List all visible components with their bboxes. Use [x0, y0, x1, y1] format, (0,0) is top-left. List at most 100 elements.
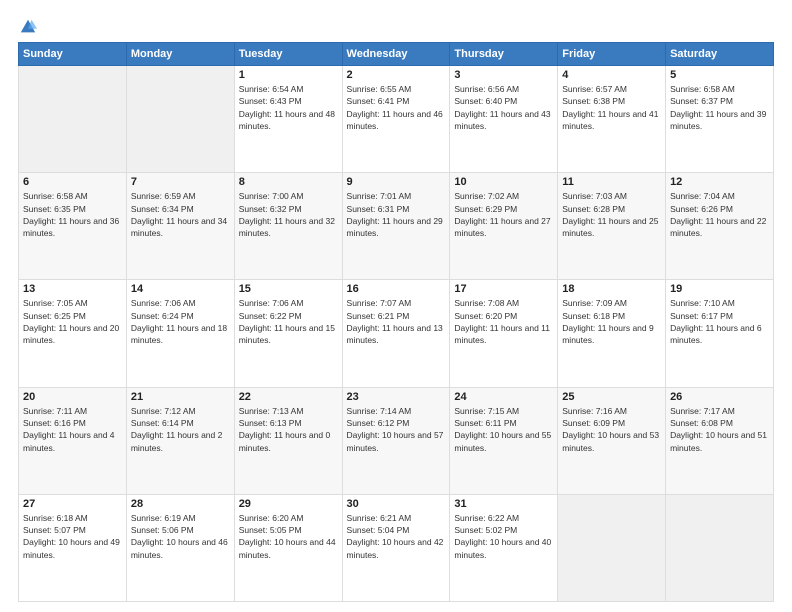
- day-info: Sunrise: 6:21 AMSunset: 5:04 PMDaylight:…: [347, 512, 446, 561]
- calendar-cell: 23 Sunrise: 7:14 AMSunset: 6:12 PMDayligh…: [342, 387, 450, 494]
- day-info: Sunrise: 7:07 AMSunset: 6:21 PMDaylight:…: [347, 297, 446, 346]
- calendar-cell: 21Sunrise: 7:12 AMSunset: 6:14 PMDayligh…: [126, 387, 234, 494]
- day-info: Sunrise: 6:19 AMSunset: 5:06 PMDaylight:…: [131, 512, 230, 561]
- day-info: Sunrise: 7:13 AMSunset: 6:13 PMDaylight:…: [239, 405, 338, 454]
- day-info: Sunrise: 7:06 AMSunset: 6:24 PMDaylight:…: [131, 297, 230, 346]
- day-number: 15: [239, 283, 338, 295]
- weekday-header-sunday: Sunday: [19, 43, 127, 66]
- day-info: Sunrise: 7:02 AMSunset: 6:29 PMDaylight:…: [454, 190, 553, 239]
- calendar-cell: 2Sunrise: 6:55 AMSunset: 6:41 PMDaylight…: [342, 66, 450, 173]
- day-number: 27: [23, 498, 122, 510]
- day-info: Sunrise: 6:18 AMSunset: 5:07 PMDaylight:…: [23, 512, 122, 561]
- calendar-week-row: 1 Sunrise: 6:54 AMSunset: 6:43 PMDaylight…: [19, 66, 774, 173]
- calendar-cell: 29 Sunrise: 6:20 AMSunset: 5:05 PMDayligh…: [234, 494, 342, 601]
- calendar-cell: 15 Sunrise: 7:06 AMSunset: 6:22 PMDayligh…: [234, 280, 342, 387]
- calendar-cell: 7 Sunrise: 6:59 AMSunset: 6:34 PMDaylight…: [126, 173, 234, 280]
- day-number: 31: [454, 498, 553, 510]
- weekday-header-saturday: Saturday: [666, 43, 774, 66]
- day-info: Sunrise: 6:22 AMSunset: 5:02 PMDaylight:…: [454, 512, 553, 561]
- calendar-cell: 8 Sunrise: 7:00 AMSunset: 6:32 PMDaylight…: [234, 173, 342, 280]
- calendar-week-row: 6 Sunrise: 6:58 AMSunset: 6:35 PMDaylight…: [19, 173, 774, 280]
- calendar-cell: 5 Sunrise: 6:58 AMSunset: 6:37 PMDaylight…: [666, 66, 774, 173]
- day-number: 21: [131, 391, 230, 403]
- calendar-cell: 13 Sunrise: 7:05 AMSunset: 6:25 PMDayligh…: [19, 280, 127, 387]
- day-number: 14: [131, 283, 230, 295]
- calendar-cell: 20 Sunrise: 7:11 AMSunset: 6:16 PMDayligh…: [19, 387, 127, 494]
- calendar-cell: [126, 66, 234, 173]
- day-number: 19: [670, 283, 769, 295]
- calendar-cell: 30 Sunrise: 6:21 AMSunset: 5:04 PMDayligh…: [342, 494, 450, 601]
- weekday-header-wednesday: Wednesday: [342, 43, 450, 66]
- day-info: Sunrise: 7:14 AMSunset: 6:12 PMDaylight:…: [347, 405, 446, 454]
- calendar-cell: [19, 66, 127, 173]
- calendar-cell: 18 Sunrise: 7:09 AMSunset: 6:18 PMDayligh…: [558, 280, 666, 387]
- day-number: 24: [454, 391, 553, 403]
- day-info: Sunrise: 6:58 AMSunset: 6:35 PMDaylight:…: [23, 190, 122, 239]
- day-number: 13: [23, 283, 122, 295]
- calendar-cell: 11 Sunrise: 7:03 AMSunset: 6:28 PMDayligh…: [558, 173, 666, 280]
- weekday-header-tuesday: Tuesday: [234, 43, 342, 66]
- calendar-cell: 31 Sunrise: 6:22 AMSunset: 5:02 PMDayligh…: [450, 494, 558, 601]
- day-number: 7: [131, 176, 230, 188]
- day-info: Sunrise: 6:59 AMSunset: 6:34 PMDaylight:…: [131, 190, 230, 239]
- calendar-header-row: SundayMondayTuesdayWednesdayThursdayFrid…: [19, 43, 774, 66]
- day-info: Sunrise: 7:00 AMSunset: 6:32 PMDaylight:…: [239, 190, 338, 239]
- calendar-cell: 1 Sunrise: 6:54 AMSunset: 6:43 PMDaylight…: [234, 66, 342, 173]
- calendar-cell: [666, 494, 774, 601]
- day-number: 25: [562, 391, 661, 403]
- calendar-cell: 4Sunrise: 6:57 AMSunset: 6:38 PMDaylight…: [558, 66, 666, 173]
- day-info: Sunrise: 7:15 AMSunset: 6:11 PMDaylight:…: [454, 405, 553, 454]
- day-number: 11: [562, 176, 661, 188]
- weekday-header-thursday: Thursday: [450, 43, 558, 66]
- day-number: 8: [239, 176, 338, 188]
- day-info: Sunrise: 7:04 AMSunset: 6:26 PMDaylight:…: [670, 190, 769, 239]
- day-info: Sunrise: 7:10 AMSunset: 6:17 PMDaylight:…: [670, 297, 769, 346]
- day-info: Sunrise: 7:16 AMSunset: 6:09 PMDaylight:…: [562, 405, 661, 454]
- calendar-week-row: 27 Sunrise: 6:18 AMSunset: 5:07 PMDayligh…: [19, 494, 774, 601]
- calendar-week-row: 20 Sunrise: 7:11 AMSunset: 6:16 PMDayligh…: [19, 387, 774, 494]
- weekday-header-friday: Friday: [558, 43, 666, 66]
- day-info: Sunrise: 7:09 AMSunset: 6:18 PMDaylight:…: [562, 297, 661, 346]
- calendar-cell: 9 Sunrise: 7:01 AMSunset: 6:31 PMDaylight…: [342, 173, 450, 280]
- calendar-cell: 22 Sunrise: 7:13 AMSunset: 6:13 PMDayligh…: [234, 387, 342, 494]
- day-number: 26: [670, 391, 769, 403]
- day-info: Sunrise: 7:17 AMSunset: 6:08 PMDaylight:…: [670, 405, 769, 454]
- day-number: 20: [23, 391, 122, 403]
- day-info: Sunrise: 7:06 AMSunset: 6:22 PMDaylight:…: [239, 297, 338, 346]
- weekday-header-monday: Monday: [126, 43, 234, 66]
- day-number: 22: [239, 391, 338, 403]
- day-number: 23: [347, 391, 446, 403]
- day-info: Sunrise: 6:55 AMSunset: 6:41 PMDaylight:…: [347, 83, 446, 132]
- day-info: Sunrise: 7:11 AMSunset: 6:16 PMDaylight:…: [23, 405, 122, 454]
- day-number: 1: [239, 69, 338, 81]
- day-number: 16: [347, 283, 446, 295]
- day-number: 17: [454, 283, 553, 295]
- day-info: Sunrise: 6:54 AMSunset: 6:43 PMDaylight:…: [239, 83, 338, 132]
- logo-icon: [19, 18, 37, 36]
- day-info: Sunrise: 7:08 AMSunset: 6:20 PMDaylight:…: [454, 297, 553, 346]
- calendar-cell: 6 Sunrise: 6:58 AMSunset: 6:35 PMDaylight…: [19, 173, 127, 280]
- day-number: 5: [670, 69, 769, 81]
- day-number: 10: [454, 176, 553, 188]
- day-number: 29: [239, 498, 338, 510]
- calendar-cell: 14 Sunrise: 7:06 AMSunset: 6:24 PMDayligh…: [126, 280, 234, 387]
- day-number: 6: [23, 176, 122, 188]
- calendar-week-row: 13 Sunrise: 7:05 AMSunset: 6:25 PMDayligh…: [19, 280, 774, 387]
- calendar-cell: 25 Sunrise: 7:16 AMSunset: 6:09 PMDayligh…: [558, 387, 666, 494]
- calendar-cell: 3Sunrise: 6:56 AMSunset: 6:40 PMDaylight…: [450, 66, 558, 173]
- day-number: 30: [347, 498, 446, 510]
- calendar-cell: [558, 494, 666, 601]
- day-info: Sunrise: 6:58 AMSunset: 6:37 PMDaylight:…: [670, 83, 769, 132]
- logo: [18, 18, 37, 32]
- calendar-cell: 12Sunrise: 7:04 AMSunset: 6:26 PMDayligh…: [666, 173, 774, 280]
- day-number: 9: [347, 176, 446, 188]
- day-info: Sunrise: 7:05 AMSunset: 6:25 PMDaylight:…: [23, 297, 122, 346]
- day-info: Sunrise: 6:20 AMSunset: 5:05 PMDaylight:…: [239, 512, 338, 561]
- day-info: Sunrise: 7:03 AMSunset: 6:28 PMDaylight:…: [562, 190, 661, 239]
- day-info: Sunrise: 7:01 AMSunset: 6:31 PMDaylight:…: [347, 190, 446, 239]
- calendar-cell: 10 Sunrise: 7:02 AMSunset: 6:29 PMDayligh…: [450, 173, 558, 280]
- day-number: 18: [562, 283, 661, 295]
- day-number: 28: [131, 498, 230, 510]
- calendar-cell: 17 Sunrise: 7:08 AMSunset: 6:20 PMDayligh…: [450, 280, 558, 387]
- day-number: 4: [562, 69, 661, 81]
